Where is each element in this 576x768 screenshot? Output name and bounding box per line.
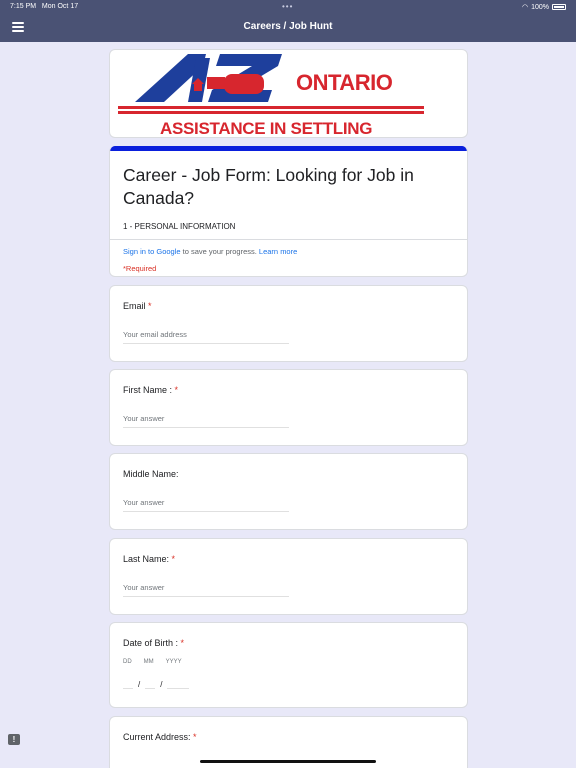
app-title: Careers / Job Hunt xyxy=(243,21,333,32)
question-label: Email * xyxy=(123,301,152,311)
question-first-name: First Name : * Your answer xyxy=(109,369,468,446)
question-last-name: Last Name: * Your answer xyxy=(109,538,468,615)
middle-name-field[interactable]: Your answer xyxy=(123,498,289,512)
required-star: * xyxy=(180,638,185,648)
dob-headings: DD MM YYYY xyxy=(123,659,194,665)
month-field[interactable] xyxy=(145,677,156,689)
year-field[interactable] xyxy=(167,677,190,689)
last-name-field[interactable]: Your answer xyxy=(123,583,289,597)
az-ontario-logo: ONTARIO ASSISTANCE IN SETTLING xyxy=(118,54,424,138)
date-separator: / xyxy=(138,680,141,689)
date-separator: / xyxy=(160,680,163,689)
app-bar: 7:15 PM Mon Oct 17 ••• ◠ 100% Careers / … xyxy=(0,0,576,42)
question-label: First Name : * xyxy=(123,385,179,395)
dob-fields: / / xyxy=(123,677,190,689)
question-label: Middle Name: xyxy=(123,469,179,479)
required-star: * xyxy=(174,385,179,395)
report-issue-icon[interactable]: ! xyxy=(8,734,20,745)
question-label: Last Name: * xyxy=(123,554,176,564)
brand-bottom-text: ASSISTANCE IN SETTLING xyxy=(160,119,372,138)
required-note: *Required xyxy=(123,264,157,273)
yyyy-label: YYYY xyxy=(165,659,182,665)
status-right: ◠ 100% xyxy=(522,3,566,11)
question-date-of-birth: Date of Birth : * DD MM YYYY / / xyxy=(109,622,468,708)
day-field[interactable] xyxy=(123,677,133,689)
question-label: Current Address: * xyxy=(123,732,197,742)
form-description: 1 - PERSONAL INFORMATION xyxy=(123,222,236,231)
home-indicator[interactable] xyxy=(200,760,376,763)
mm-label: MM xyxy=(143,659,154,665)
learn-more-link[interactable]: Learn more xyxy=(259,247,297,256)
question-email: Email * Your email address xyxy=(109,285,468,362)
required-star: * xyxy=(171,554,176,564)
form-title-card: Career - Job Form: Looking for Job in Ca… xyxy=(109,146,468,277)
signin-rest: to save your progress. xyxy=(180,247,259,256)
battery-icon xyxy=(552,4,566,10)
battery-percent: 100% xyxy=(531,3,549,11)
form-header-image: ONTARIO ASSISTANCE IN SETTLING xyxy=(109,49,468,138)
question-middle-name: Middle Name: Your answer xyxy=(109,453,468,530)
brand-top-text: ONTARIO xyxy=(296,70,393,95)
email-field[interactable]: Your email address xyxy=(123,330,289,344)
wifi-icon: ◠ xyxy=(521,4,529,11)
status-bar: 7:15 PM Mon Oct 17 ••• ◠ 100% xyxy=(0,0,576,14)
form-title: Career - Job Form: Looking for Job in Ca… xyxy=(123,165,414,208)
question-label: Date of Birth : * xyxy=(123,638,185,648)
dd-label: DD xyxy=(123,659,132,665)
multitask-dots[interactable]: ••• xyxy=(282,2,293,11)
status-time: 7:15 PM Mon Oct 17 xyxy=(10,3,79,10)
required-star: * xyxy=(148,301,152,311)
first-name-field[interactable]: Your answer xyxy=(123,414,289,428)
signin-note: Sign in to Google to save your progress.… xyxy=(110,240,467,256)
signin-link[interactable]: Sign in to Google xyxy=(123,247,181,256)
required-star: * xyxy=(193,732,197,742)
